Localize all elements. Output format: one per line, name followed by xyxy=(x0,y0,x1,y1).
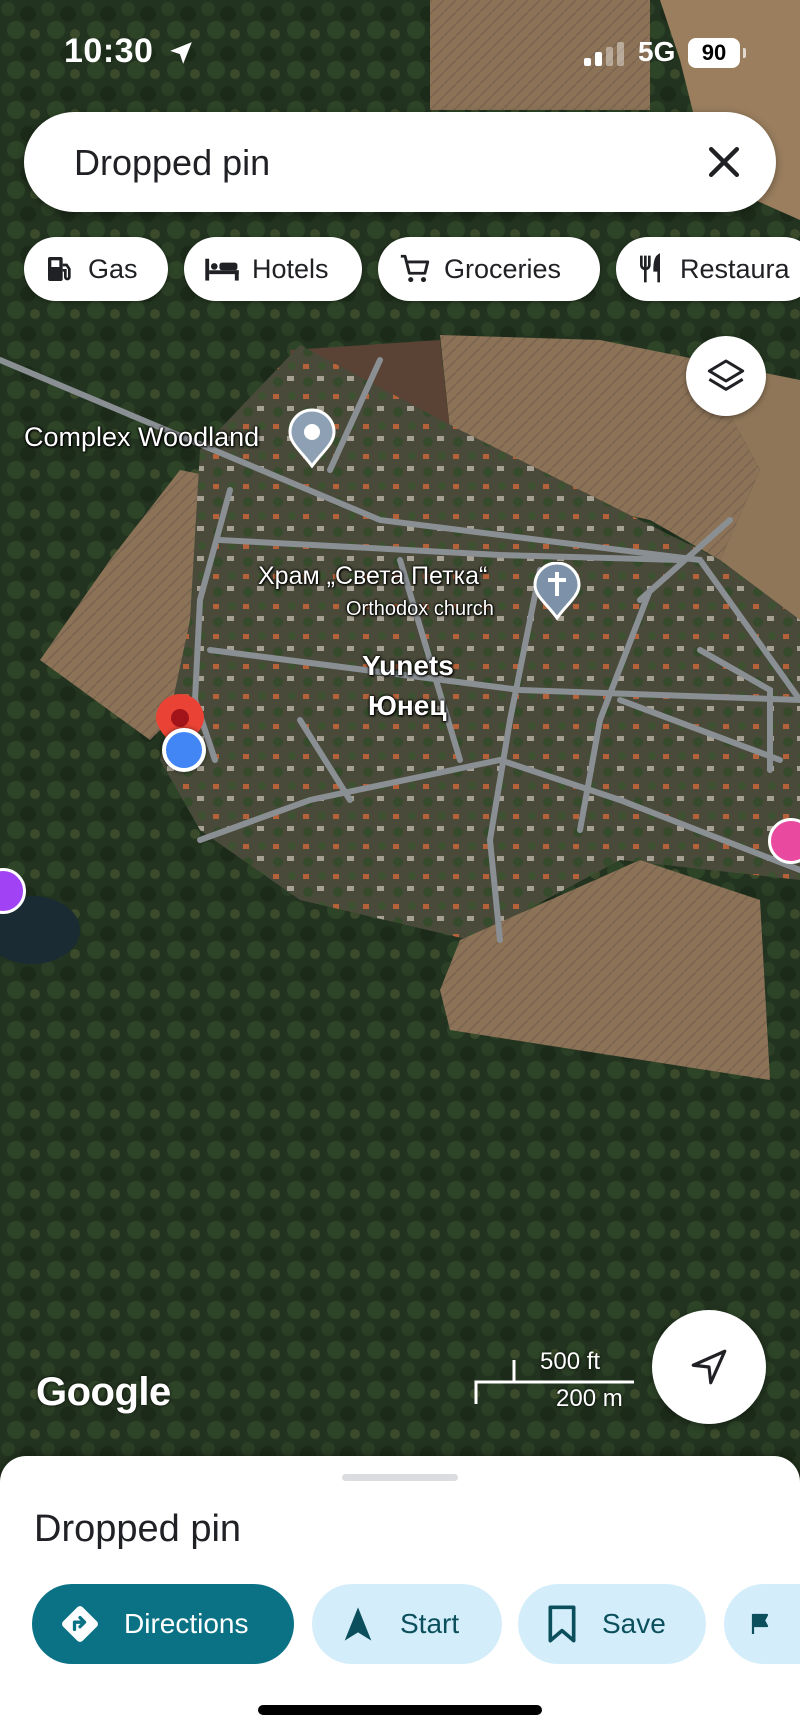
place-marker-icon[interactable] xyxy=(286,408,338,468)
chip-label: Groceries xyxy=(444,253,562,284)
bed-icon xyxy=(205,258,239,281)
network-type: 5G xyxy=(638,36,676,67)
location-services-icon xyxy=(170,42,192,64)
start-button[interactable]: Start xyxy=(312,1584,502,1664)
status-bar: 10:30 5G 90 xyxy=(0,0,800,100)
chip-label: Hotels xyxy=(252,253,329,284)
sheet-drag-handle[interactable] xyxy=(342,1474,458,1481)
church-marker-icon[interactable] xyxy=(532,562,582,620)
gas-station-icon xyxy=(48,257,71,281)
fork-knife-icon xyxy=(640,253,660,283)
town-label-cyrillic: Юнец xyxy=(368,690,447,721)
close-icon[interactable] xyxy=(702,140,746,184)
save-button[interactable]: Save xyxy=(518,1584,706,1664)
place-label-church[interactable]: Храм „Света Петка“ xyxy=(258,562,487,591)
map-layers-button[interactable] xyxy=(686,336,766,416)
place-sheet[interactable]: Dropped pin Directions Start Save xyxy=(0,1456,800,1732)
home-indicator[interactable] xyxy=(258,1705,542,1715)
my-location-button[interactable] xyxy=(652,1310,766,1424)
action-label: Start xyxy=(400,1608,460,1639)
layers-icon xyxy=(707,359,745,391)
chip-label: Restaura xyxy=(680,253,790,284)
current-location-dot xyxy=(162,728,206,772)
chip-groceries[interactable]: Groceries xyxy=(378,237,600,301)
chip-hotels[interactable]: Hotels xyxy=(184,237,362,301)
action-label: Directions xyxy=(124,1608,249,1639)
satellite-map[interactable]: Complex Woodland Храм „Света Петка“ Orth… xyxy=(0,0,800,1470)
search-query[interactable]: Dropped pin xyxy=(74,142,270,184)
navigation-arrow-icon xyxy=(691,1349,727,1385)
scale-feet: 500 ft xyxy=(540,1348,601,1375)
directions-icon xyxy=(62,1606,98,1642)
scale-meters: 200 m xyxy=(556,1385,623,1412)
map-imagery xyxy=(0,0,800,1470)
google-logo: Google xyxy=(36,1370,171,1414)
sheet-title: Dropped pin xyxy=(34,1508,242,1550)
navigation-arrow-icon xyxy=(344,1607,372,1641)
place-label-church-type: Orthodox church xyxy=(346,598,494,620)
status-time: 10:30 xyxy=(64,32,154,70)
town-label-latin: Yunets xyxy=(362,650,454,681)
chip-restaurants[interactable]: Restaura xyxy=(616,237,800,301)
battery-icon: 90 xyxy=(688,38,746,68)
chip-label: Gas xyxy=(88,253,138,284)
action-label: Save xyxy=(602,1608,666,1639)
search-bar[interactable]: Dropped pin xyxy=(24,112,776,212)
directions-button[interactable]: Directions xyxy=(32,1584,294,1664)
battery-level: 90 xyxy=(701,40,727,65)
chip-gas[interactable]: Gas xyxy=(24,237,168,301)
cellular-signal-icon xyxy=(584,42,624,66)
place-label-complex[interactable]: Complex Woodland xyxy=(24,422,259,453)
bookmark-icon xyxy=(548,1605,576,1643)
label-button[interactable] xyxy=(724,1584,800,1664)
flag-icon xyxy=(751,1613,769,1634)
shopping-cart-icon xyxy=(400,254,430,283)
